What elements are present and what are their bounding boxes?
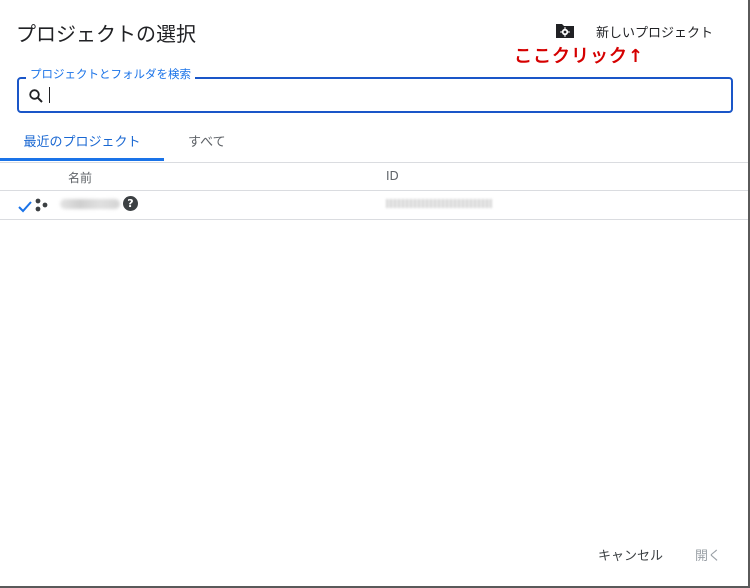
checkmark-icon [18,198,32,213]
new-project-button[interactable]: 新しいプロジェクト [554,20,713,42]
folder-gear-icon [554,21,576,41]
new-project-label: 新しいプロジェクト [596,25,714,41]
project-id-redacted [386,199,492,208]
click-here-annotation: ここクリック↑ [514,46,645,67]
help-icon[interactable]: ? [123,196,138,211]
project-select-dialog: プロジェクトの選択 新しいプロジェクト ここクリック↑ プロジェクトとフォルダを… [0,0,750,588]
tab-all[interactable]: すべて [188,130,226,160]
table-header: 名前 ID [0,163,748,191]
tab-recent-projects[interactable]: 最近のプロジェクト [0,130,164,161]
search-field[interactable] [17,77,733,113]
project-name-redacted [60,199,120,209]
search-label: プロジェクトとフォルダを検索 [26,66,195,82]
table-row[interactable]: ? [0,191,748,220]
dialog-title: プロジェクトの選択 [16,22,196,46]
search-input[interactable] [49,83,723,107]
search-icon [28,88,44,104]
project-hierarchy-icon [35,197,49,212]
tab-bar: 最近のプロジェクト すべて [0,130,748,163]
column-header-id[interactable]: ID [386,169,399,183]
text-cursor [49,87,50,103]
cancel-button[interactable]: キャンセル [598,545,663,564]
column-header-name[interactable]: 名前 [68,169,92,186]
open-button[interactable]: 開く [695,545,721,564]
